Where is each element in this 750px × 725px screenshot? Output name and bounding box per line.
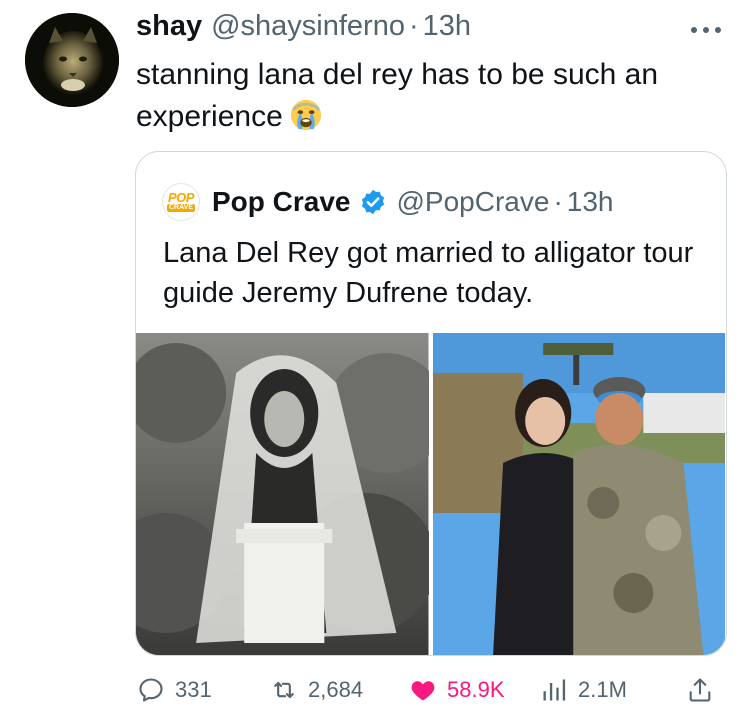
views-button[interactable]: 2.1M [540,672,627,708]
author-handle[interactable]: @shaysinferno [211,10,405,43]
tweet-body: stanning lana del rey has to be such an … [136,54,726,138]
share-button[interactable] [686,672,724,708]
bridal-photo[interactable] [136,333,429,655]
crying-emoji-icon [290,99,321,131]
view-count: 2.1M [578,677,627,702]
tweet-text: stanning lana del rey has to be such an … [136,58,659,133]
tweet-timestamp[interactable]: 13h [423,10,471,43]
quoted-tweet-header: POP CRAVE Pop Crave @PopCrave · 13h [162,182,613,222]
avatar-logo-top: POP [168,190,194,205]
quoted-timestamp[interactable]: 13h [567,186,614,218]
retweet-count: 2,684 [308,677,364,702]
separator-dot: · [408,10,419,42]
quoted-author-name[interactable]: Pop Crave [212,186,351,218]
author-name[interactable]: shay [136,10,202,43]
popcrave-avatar[interactable]: POP CRAVE [162,183,200,221]
quoted-separator-dot: · [553,186,563,217]
more-icon[interactable] [686,20,726,40]
share-icon [689,678,711,702]
quoted-tweet-card[interactable]: POP CRAVE Pop Crave @PopCrave · 13h Lana… [135,151,727,656]
retweet-icon [274,681,294,699]
reply-icon [139,678,163,702]
like-count: 58.9K [447,677,505,702]
heart-icon [411,681,435,701]
views-icon [543,679,566,701]
quoted-author-handle[interactable]: @PopCrave [397,186,550,218]
avatar-logo-bottom: CRAVE [167,204,195,212]
reply-count: 331 [175,677,212,702]
tweet-action-bar: 331 2,684 58.9K 2.1M [0,672,750,708]
reply-button[interactable]: 331 [137,672,212,708]
quoted-media-grid [136,333,725,655]
retweet-button[interactable]: 2,684 [270,672,363,708]
couple-photo-image [432,333,725,655]
verified-icon [361,189,384,215]
like-button[interactable]: 58.9K [409,672,505,708]
tweet-header: shay @shaysinferno · 13h [136,10,471,46]
author-avatar[interactable] [25,13,119,107]
bridal-photo-image [136,333,429,655]
quoted-tweet-text: Lana Del Rey got married to alligator to… [163,237,694,309]
couple-photo[interactable] [432,333,725,655]
cougar-avatar-image [25,13,119,107]
